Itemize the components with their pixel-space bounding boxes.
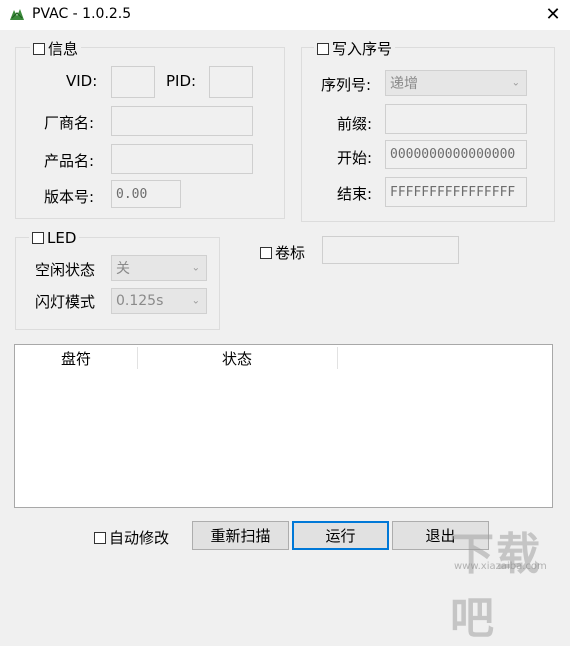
volume-label-row: 卷标 (257, 242, 308, 263)
serial-group-label: 写入序号 (332, 40, 393, 58)
auto-modify-checkbox[interactable] (94, 531, 106, 544)
serial-group-legend: 写入序号 (314, 38, 396, 59)
column-header-drive[interactable]: 盘符 (15, 345, 137, 371)
serial-mode-value: 递增 (390, 76, 418, 92)
info-checkbox[interactable] (33, 42, 45, 55)
vid-field[interactable] (111, 66, 155, 98)
info-group-legend: 信息 (30, 38, 82, 59)
window-title: PVAC - 1.0.2.5 (32, 6, 132, 22)
led-group (15, 237, 220, 330)
prefix-field[interactable] (385, 104, 527, 134)
led-checkbox[interactable] (32, 232, 44, 244)
end-label: 结束: (337, 185, 373, 203)
led-group-label: LED (47, 229, 77, 247)
vendor-label: 厂商名: (44, 114, 95, 132)
watermark-logo: 下载吧 (450, 529, 542, 644)
idle-state-select[interactable]: 关 ⌄ (111, 255, 207, 281)
column-divider (337, 347, 338, 369)
chevron-down-icon: ⌄ (191, 295, 200, 307)
close-icon[interactable]: ✕ (538, 2, 568, 28)
volume-field[interactable] (322, 236, 459, 264)
auto-modify-label: 自动修改 (109, 529, 170, 547)
info-group-label: 信息 (48, 40, 79, 58)
pid-label: PID: (166, 72, 197, 90)
vid-label: VID: (66, 72, 98, 90)
volume-checkbox[interactable] (260, 246, 272, 259)
column-header-status[interactable]: 状态 (138, 345, 336, 371)
start-label: 开始: (337, 149, 373, 167)
serial-mode-select[interactable]: 递增 ⌄ (385, 70, 527, 96)
product-field[interactable] (111, 144, 253, 174)
app-icon (8, 6, 26, 24)
led-group-legend: LED (29, 229, 80, 247)
serial-checkbox[interactable] (317, 42, 329, 55)
idle-state-label: 空闲状态 (35, 261, 96, 279)
vendor-field[interactable] (111, 106, 253, 136)
watermark-url: www.xiazaiba.com (454, 561, 547, 572)
pid-field[interactable] (209, 66, 253, 98)
blink-mode-label: 闪灯模式 (35, 293, 96, 311)
end-field[interactable]: FFFFFFFFFFFFFFFF (385, 177, 527, 207)
start-field[interactable]: 0000000000000000 (385, 140, 527, 169)
prefix-label: 前缀: (337, 115, 373, 133)
serial-label: 序列号: (321, 76, 372, 94)
chevron-down-icon: ⌄ (191, 262, 200, 274)
volume-label: 卷标 (275, 244, 306, 262)
idle-state-value: 关 (116, 261, 130, 277)
product-label: 产品名: (44, 152, 95, 170)
blink-mode-value: 0.125s (116, 293, 164, 309)
auto-modify-row: 自动修改 (91, 527, 172, 548)
run-button[interactable]: 运行 (292, 521, 389, 550)
blink-mode-select[interactable]: 0.125s ⌄ (111, 288, 207, 314)
version-field[interactable]: 0.00 (111, 180, 181, 208)
version-label: 版本号: (44, 188, 95, 206)
drive-list[interactable]: 盘符 状态 (14, 344, 553, 508)
rescan-button[interactable]: 重新扫描 (192, 521, 289, 550)
chevron-down-icon: ⌄ (511, 77, 520, 89)
